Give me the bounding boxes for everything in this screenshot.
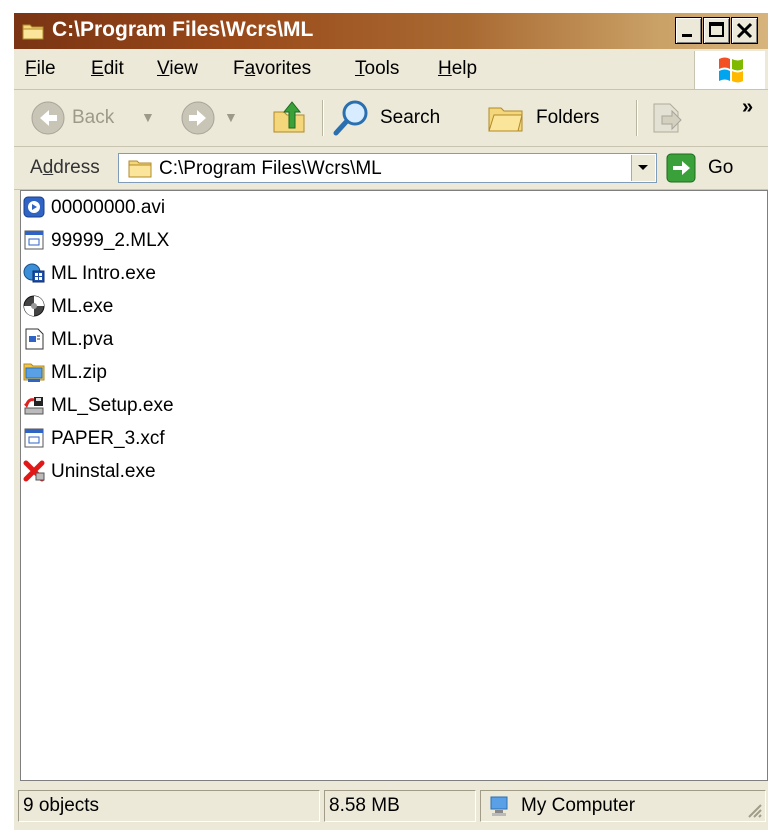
zip-folder-icon [23, 363, 45, 382]
list-item[interactable]: 99999_2.MLX [21, 224, 321, 256]
menu-tools[interactable]: Tools [355, 58, 399, 80]
up-folder-icon [273, 101, 305, 133]
address-label-a: A [30, 157, 43, 178]
forward-button[interactable]: ▼ [178, 98, 258, 138]
menu-view-rest: iew [169, 58, 198, 79]
maximize-icon [709, 22, 724, 37]
standard-toolbar: Back ▼ ▼ Search Folders » [14, 90, 768, 147]
file-name: PAPER_3.xcf [51, 428, 165, 449]
menu-help[interactable]: Help [438, 58, 477, 80]
status-size: 8.58 MB [329, 795, 400, 816]
menu-tools-rest: ools [364, 58, 400, 79]
status-size-panel: 8.58 MB [324, 790, 476, 822]
setup-installer-icon [24, 397, 44, 415]
menu-edit[interactable]: Edit [91, 58, 124, 80]
disc-exe-icon [23, 295, 45, 317]
folders-button[interactable]: Folders [486, 98, 626, 138]
search-button[interactable]: Search [332, 98, 474, 138]
address-value: C:\Program Files\Wcrs\ML [159, 158, 382, 179]
generic-window-file-icon [24, 428, 44, 448]
toolbar-separator-2 [636, 100, 638, 136]
windows-flag-icon [719, 57, 743, 83]
go-arrow-icon[interactable] [666, 153, 696, 183]
list-item[interactable]: PAPER_3.xcf [21, 422, 321, 454]
status-objects-panel: 9 objects [18, 790, 320, 822]
explorer-window: C:\Program Files\Wcrs\ML File Edit View … [14, 13, 768, 830]
my-computer-icon [490, 796, 508, 816]
back-label: Back [72, 107, 115, 128]
document-file-icon [25, 328, 44, 350]
list-item[interactable]: 00000000.avi [21, 191, 321, 223]
close-button[interactable] [731, 17, 758, 44]
menu-view[interactable]: View [157, 58, 198, 80]
file-name: ML Intro.exe [51, 263, 156, 284]
menu-file[interactable]: File [25, 58, 56, 80]
back-dropdown-icon[interactable]: ▼ [141, 109, 155, 125]
maximize-button[interactable] [703, 17, 730, 44]
up-folder-button[interactable] [270, 98, 310, 138]
title-bar[interactable]: C:\Program Files\Wcrs\ML [14, 13, 768, 49]
address-dropdown-button[interactable] [631, 155, 655, 181]
back-button[interactable]: Back ▼ [28, 98, 168, 138]
folder-icon [22, 24, 44, 40]
file-name: 00000000.avi [51, 197, 166, 218]
folders-label: Folders [536, 107, 600, 128]
chevron-down-icon [638, 165, 648, 170]
list-item[interactable]: Uninstal.exe [21, 455, 321, 487]
minimize-button[interactable] [675, 17, 702, 44]
folders-icon [488, 107, 523, 132]
address-label: Address [30, 157, 100, 179]
folder-icon [128, 160, 152, 178]
toolbar-overflow-button[interactable]: » [742, 96, 753, 119]
menu-favorites-pre: F [233, 58, 245, 79]
menu-favorites[interactable]: Favorites [233, 58, 311, 80]
windows-logo [694, 51, 765, 89]
generic-window-file-icon [24, 230, 44, 250]
forward-dropdown-icon[interactable]: ▼ [224, 109, 238, 125]
file-name: ML.exe [51, 296, 114, 317]
search-label: Search [380, 107, 441, 128]
menu-help-rest: elp [451, 58, 478, 79]
menu-bar: File Edit View Favorites Tools Help [14, 49, 768, 90]
toolbar-separator [322, 100, 324, 136]
media-file-icon [23, 196, 45, 218]
address-label-rest: dress [53, 157, 100, 178]
status-zone: My Computer [521, 795, 636, 816]
back-arrow-icon [31, 101, 65, 135]
file-name: ML.zip [51, 362, 107, 383]
menu-file-rest: ile [36, 58, 56, 79]
minimize-icon [682, 34, 692, 37]
status-bar: 9 objects 8.58 MB My Computer [14, 785, 768, 830]
list-item[interactable]: ML Intro.exe [21, 257, 321, 289]
resize-grip-icon[interactable] [745, 801, 763, 819]
list-item[interactable]: ML.exe [21, 290, 321, 322]
file-name: 99999_2.MLX [51, 230, 170, 251]
search-icon [333, 100, 368, 136]
forward-arrow-icon [181, 101, 215, 135]
file-name: ML_Setup.exe [51, 395, 174, 416]
list-item[interactable]: ML_Setup.exe [21, 389, 321, 421]
file-list-pane[interactable]: 00000000.avi 99999_2.MLX ML Intro.exe ML… [20, 190, 768, 781]
address-label-d: d [42, 157, 54, 178]
status-zone-panel: My Computer [480, 790, 766, 822]
move-to-icon [653, 103, 682, 133]
list-item[interactable]: ML.pva [21, 323, 321, 355]
status-objects: 9 objects [23, 795, 100, 816]
menu-favorites-rest: vorites [255, 58, 312, 79]
address-input[interactable]: C:\Program Files\Wcrs\ML [118, 153, 657, 183]
file-name: ML.pva [51, 329, 114, 350]
list-item[interactable]: ML.zip [21, 356, 321, 388]
address-bar: Address C:\Program Files\Wcrs\ML Go [14, 147, 768, 190]
menu-edit-rest: dit [103, 58, 124, 79]
window-title: C:\Program Files\Wcrs\ML [52, 18, 314, 41]
close-icon [736, 22, 753, 39]
application-exe-icon [23, 263, 45, 283]
go-button-label[interactable]: Go [708, 157, 733, 179]
move-to-button[interactable] [648, 98, 688, 138]
uninstall-x-icon [23, 460, 45, 482]
file-name: Uninstal.exe [51, 461, 156, 482]
